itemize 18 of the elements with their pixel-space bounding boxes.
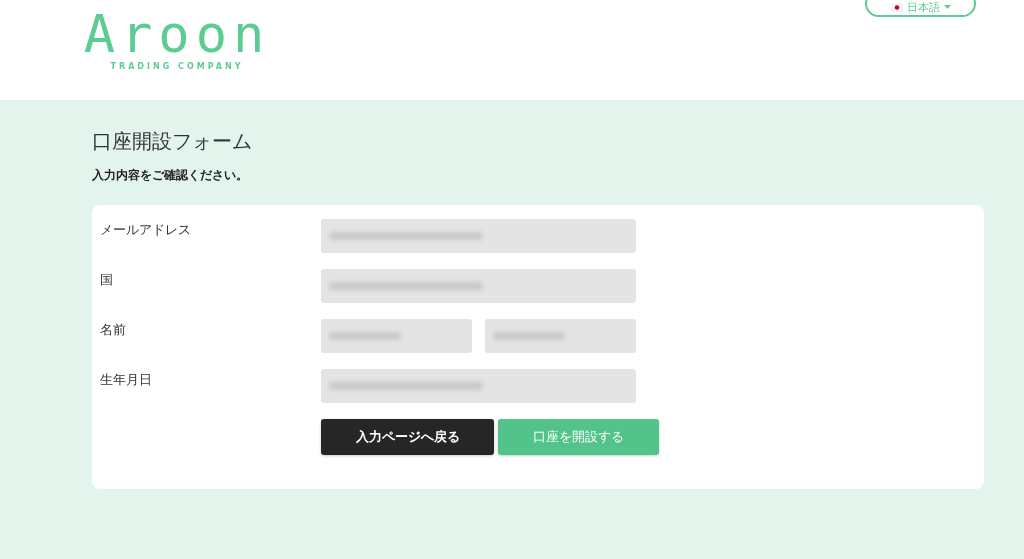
field-label: 生年月日 — [100, 371, 153, 389]
language-selector[interactable]: 日本語 — [865, 0, 976, 17]
instruction-text: 入力内容をご確認ください。 — [92, 167, 249, 184]
field-label: 名前 — [100, 321, 127, 339]
field-label: 国 — [100, 271, 114, 289]
logo-tagline: TRADING COMPANY — [110, 62, 244, 71]
input-field[interactable] — [485, 319, 636, 353]
page-title: 口座開設フォーム — [92, 128, 253, 155]
input-field[interactable] — [321, 319, 472, 353]
back-button[interactable]: 入力ページへ戻る — [321, 419, 494, 455]
caret-icon — [943, 5, 951, 9]
input-field[interactable] — [321, 369, 636, 403]
open-account-button[interactable]: 口座を開設する — [498, 419, 659, 455]
flag-icon — [890, 2, 903, 12]
input-field[interactable] — [321, 269, 636, 303]
logo-name: Aroon — [83, 6, 271, 62]
input-field[interactable] — [321, 219, 636, 253]
field-label: メールアドレス — [100, 221, 192, 239]
